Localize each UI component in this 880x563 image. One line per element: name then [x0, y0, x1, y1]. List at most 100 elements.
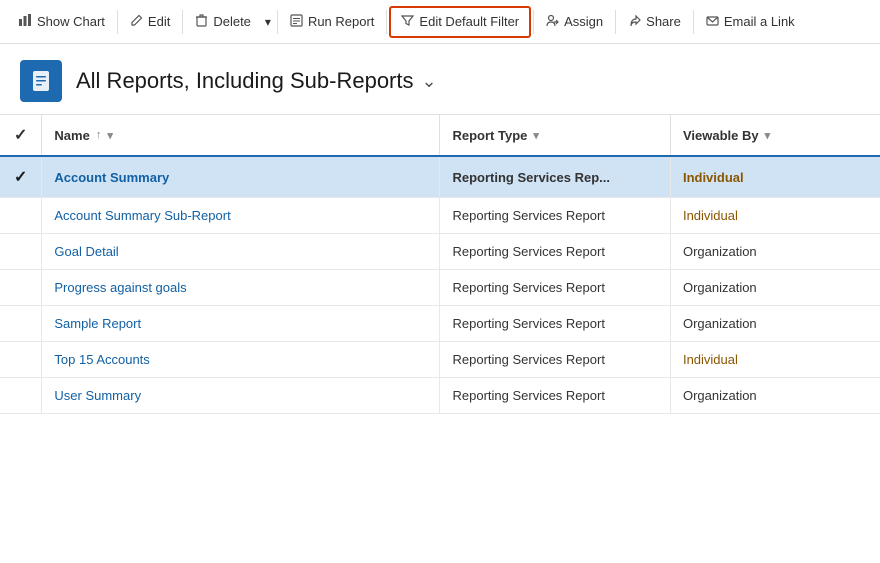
row-name-cell: Top 15 Accounts — [42, 342, 440, 378]
row-name-link[interactable]: User Summary — [54, 388, 141, 403]
row-checkmark: ✓ — [14, 169, 27, 186]
row-name-link[interactable]: Top 15 Accounts — [54, 352, 149, 367]
edit-button[interactable]: Edit — [120, 8, 180, 36]
assign-icon — [546, 14, 559, 30]
row-name-cell: Sample Report — [42, 306, 440, 342]
edit-default-filter-button[interactable]: Edit Default Filter — [389, 6, 531, 38]
row-type-cell: Reporting Services Report — [440, 198, 670, 234]
separator-6 — [615, 10, 616, 34]
table-body: ✓ Account Summary Reporting Services Rep..… — [0, 156, 880, 414]
run-report-icon — [290, 14, 303, 30]
row-check-cell[interactable]: ✓ — [0, 156, 42, 198]
name-header: Name ↑ ▾ — [42, 115, 440, 156]
report-type-filter-icon[interactable]: ▾ — [533, 129, 539, 142]
row-type-cell: Reporting Services Report — [440, 306, 670, 342]
separator-5 — [533, 10, 534, 34]
delete-label: Delete — [213, 14, 251, 29]
row-check-cell[interactable] — [0, 234, 42, 270]
row-viewable-value: Organization — [683, 244, 757, 259]
table-row: Progress against goals Reporting Services… — [0, 270, 880, 306]
row-name-link[interactable]: Account Summary Sub-Report — [54, 208, 230, 223]
row-name-cell: Account Summary — [42, 156, 440, 198]
row-viewable-cell: Individual — [670, 156, 880, 198]
table-row: Goal Detail Reporting Services Report Orga… — [0, 234, 880, 270]
separator-2 — [182, 10, 183, 34]
row-viewable-cell: Organization — [670, 234, 880, 270]
table-row: Top 15 Accounts Reporting Services Report… — [0, 342, 880, 378]
row-check-cell[interactable] — [0, 342, 42, 378]
row-name-cell: User Summary — [42, 378, 440, 414]
row-type-value: Reporting Services Report — [452, 388, 604, 403]
table-row: Account Summary Sub-Report Reporting Serv… — [0, 198, 880, 234]
row-type-value: Reporting Services Rep... — [452, 170, 610, 185]
separator-7 — [693, 10, 694, 34]
row-type-cell: Reporting Services Rep... — [440, 156, 670, 198]
row-name-cell: Progress against goals — [42, 270, 440, 306]
row-name-link[interactable]: Account Summary — [54, 170, 169, 185]
email-icon — [706, 14, 719, 30]
row-check-cell[interactable] — [0, 270, 42, 306]
viewable-by-filter-icon[interactable]: ▾ — [765, 129, 771, 142]
name-sort-icon[interactable]: ↑ — [96, 129, 102, 141]
row-viewable-cell: Organization — [670, 378, 880, 414]
row-type-cell: Reporting Services Report — [440, 342, 670, 378]
row-type-value: Reporting Services Report — [452, 244, 604, 259]
row-viewable-value: Organization — [683, 388, 757, 403]
email-link-label: Email a Link — [724, 14, 795, 29]
row-name-link[interactable]: Sample Report — [54, 316, 141, 331]
show-chart-label: Show Chart — [37, 14, 105, 29]
share-label: Share — [646, 14, 681, 29]
row-viewable-value: Individual — [683, 170, 744, 185]
delete-dropdown-button[interactable]: ▾ — [261, 9, 275, 35]
separator-3 — [277, 10, 278, 34]
row-name-link[interactable]: Goal Detail — [54, 244, 118, 259]
page-title: All Reports, Including Sub-Reports — [76, 68, 414, 94]
viewable-by-header: Viewable By ▾ — [670, 115, 880, 156]
chart-icon — [18, 13, 32, 30]
delete-icon — [195, 14, 208, 30]
chevron-down-icon: ▾ — [265, 15, 271, 29]
delete-button[interactable]: Delete — [185, 8, 261, 36]
page-title-area: All Reports, Including Sub-Reports ⌄ — [76, 68, 437, 94]
report-type-header: Report Type ▾ — [440, 115, 670, 156]
row-check-cell[interactable] — [0, 306, 42, 342]
row-type-cell: Reporting Services Report — [440, 270, 670, 306]
row-viewable-value: Individual — [683, 352, 738, 367]
toolbar: Show Chart Edit Delete ▾ — [0, 0, 880, 44]
row-viewable-value: Organization — [683, 280, 757, 295]
row-viewable-cell: Individual — [670, 198, 880, 234]
filter-icon — [401, 14, 414, 30]
row-viewable-value: Organization — [683, 316, 757, 331]
row-name-cell: Account Summary Sub-Report — [42, 198, 440, 234]
row-name-cell: Goal Detail — [42, 234, 440, 270]
show-chart-button[interactable]: Show Chart — [8, 7, 115, 36]
viewable-by-header-label: Viewable By — [683, 128, 759, 143]
row-check-cell[interactable] — [0, 378, 42, 414]
row-check-cell[interactable] — [0, 198, 42, 234]
separator-1 — [117, 10, 118, 34]
row-viewable-cell: Organization — [670, 270, 880, 306]
assign-button[interactable]: Assign — [536, 8, 613, 36]
email-link-button[interactable]: Email a Link — [696, 8, 805, 36]
table-row: Sample Report Reporting Services Report Or… — [0, 306, 880, 342]
row-type-value: Reporting Services Report — [452, 316, 604, 331]
name-header-label: Name — [54, 128, 89, 143]
share-button[interactable]: Share — [618, 8, 691, 36]
row-type-value: Reporting Services Report — [452, 352, 604, 367]
title-chevron-icon[interactable]: ⌄ — [422, 71, 437, 92]
row-name-link[interactable]: Progress against goals — [54, 280, 186, 295]
run-report-label: Run Report — [308, 14, 374, 29]
report-type-header-label: Report Type — [452, 128, 527, 143]
row-viewable-value: Individual — [683, 208, 738, 223]
edit-default-filter-label: Edit Default Filter — [419, 14, 519, 29]
separator-4 — [386, 10, 387, 34]
page-icon — [20, 60, 62, 102]
share-icon — [628, 14, 641, 30]
run-report-button[interactable]: Run Report — [280, 8, 384, 36]
table-row: ✓ Account Summary Reporting Services Rep..… — [0, 156, 880, 198]
table-row: User Summary Reporting Services Report Org… — [0, 378, 880, 414]
row-type-cell: Reporting Services Report — [440, 378, 670, 414]
name-filter-icon[interactable]: ▾ — [107, 129, 113, 142]
check-header: ✓ — [0, 115, 42, 156]
header-checkmark[interactable]: ✓ — [14, 127, 27, 144]
